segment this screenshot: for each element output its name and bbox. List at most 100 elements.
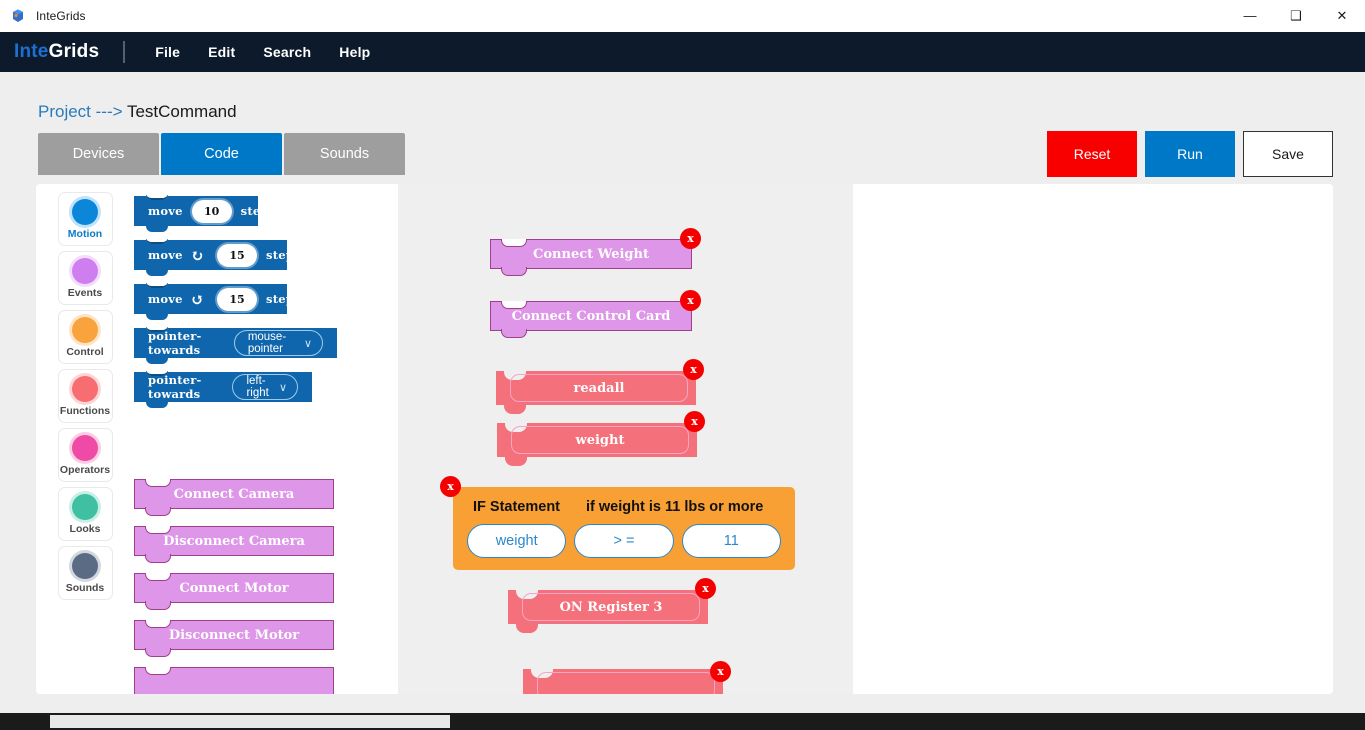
move-steps-input[interactable]: 15 [217, 287, 258, 311]
code-canvas[interactable]: x Connect Weight x Connect Control Card … [398, 184, 853, 694]
if-statement-description: if weight is 11 lbs or more [586, 499, 764, 515]
delete-connect-control-card-button[interactable]: x [680, 290, 701, 311]
canvas-block-connect-control-card[interactable]: x Connect Control Card [490, 290, 701, 348]
canvas-block-weight[interactable]: x weight [497, 411, 705, 466]
operators-icon [72, 434, 98, 461]
steps-label: steps [240, 204, 276, 218]
canvas-block-on-register-3[interactable]: x ON Register 3 [508, 578, 716, 633]
palette-block-connect-motor[interactable]: Connect Motor [134, 572, 334, 610]
palette-block-move-turn-left[interactable]: move ↺ 15 steps [134, 283, 434, 320]
readall-label: readall [510, 374, 688, 402]
pointer-target-dropdown[interactable]: left-right ∨ [232, 374, 298, 400]
breadcrumb-current: TestCommand [126, 102, 237, 121]
palette-block-disconnect-camera[interactable]: Disconnect Camera [134, 525, 334, 563]
brand-inte: Inte [14, 41, 49, 62]
pointer-towards-label: pointer-towards [148, 329, 202, 357]
chevron-down-icon: ∨ [303, 337, 312, 350]
breadcrumb-project[interactable]: Project ---> [38, 102, 123, 121]
app-brand: InteGrids [14, 41, 99, 63]
control-icon [72, 316, 98, 343]
palette-block-partial[interactable] [134, 666, 334, 694]
if-statement-fields: weight > = 11 [467, 524, 781, 558]
category-events-label: Events [67, 286, 103, 299]
palette-block-pointer-towards-leftright[interactable]: pointer-towards left-right ∨ [134, 371, 434, 408]
if-statement-header: IF Statement if weight is 11 lbs or more [467, 497, 781, 524]
menu-help[interactable]: Help [325, 38, 384, 66]
preview-pane[interactable] [853, 184, 1333, 694]
pointer-target-dropdown[interactable]: mouse-pointer ∨ [233, 330, 323, 356]
tab-devices[interactable]: Devices [38, 133, 159, 175]
canvas-block-connect-weight[interactable]: x Connect Weight [490, 228, 701, 286]
tab-bar: Devices Code Sounds [38, 133, 405, 175]
palette-block-disconnect-motor[interactable]: Disconnect Motor [134, 619, 334, 657]
pointer-target-value: mouse-pointer [247, 331, 287, 355]
on-register-3-block[interactable]: ON Register 3 [508, 590, 708, 633]
category-control-label: Control [66, 345, 104, 358]
minimize-button[interactable]: — [1227, 0, 1273, 32]
tab-code[interactable]: Code [161, 133, 282, 175]
block-palette[interactable]: move 10 steps move ↻ 15 steps move ↺ 15 … [134, 184, 434, 694]
category-sounds-label: Sounds [65, 581, 105, 594]
horizontal-scrollbar[interactable] [0, 713, 1365, 730]
category-looks-label: Looks [69, 522, 101, 535]
action-buttons: Reset Run Save [1047, 131, 1333, 177]
canvas-block-readall[interactable]: x readall [496, 359, 704, 414]
if-statement-block[interactable]: IF Statement if weight is 11 lbs or more… [453, 487, 795, 570]
close-button[interactable]: ✕ [1319, 0, 1365, 32]
events-icon [72, 257, 98, 284]
menu-divider [123, 41, 126, 63]
category-functions[interactable]: Functions [57, 369, 113, 423]
palette-block-connect-camera[interactable]: Connect Camera [134, 478, 334, 516]
category-events[interactable]: Events [57, 251, 113, 305]
horizontal-scrollbar-thumb[interactable] [50, 715, 450, 728]
tab-sounds[interactable]: Sounds [284, 133, 405, 175]
connect-control-card-block[interactable]: Connect Control Card [490, 300, 692, 338]
save-button[interactable]: Save [1243, 131, 1333, 177]
connect-weight-block[interactable]: Connect Weight [490, 238, 692, 276]
palette-block-pointer-towards-mouse[interactable]: pointer-towards mouse-pointer ∨ [134, 327, 434, 364]
category-operators-label: Operators [59, 463, 111, 476]
editor-card: Motion Events Control Functions Operator… [36, 184, 1333, 694]
pointer-towards-label: pointer-towards [148, 373, 202, 401]
menu-search[interactable]: Search [249, 38, 325, 66]
rotate-counterclockwise-icon: ↺ [190, 289, 205, 309]
delete-if-statement-button[interactable]: x [440, 476, 461, 497]
move-label: move [148, 204, 183, 218]
category-sounds[interactable]: Sounds [57, 546, 113, 600]
sounds-icon [72, 552, 98, 579]
steps-label: steps [266, 248, 301, 262]
steps-label: steps [266, 292, 301, 306]
pointer-target-value: left-right [246, 375, 269, 399]
delete-connect-weight-button[interactable]: x [680, 228, 701, 249]
category-control[interactable]: Control [57, 310, 113, 364]
category-motion[interactable]: Motion [57, 192, 113, 246]
delete-weight-button[interactable]: x [684, 411, 705, 432]
category-motion-label: Motion [67, 227, 103, 240]
palette-gap [134, 416, 434, 479]
category-looks[interactable]: Looks [57, 487, 113, 541]
palette-block-move-10[interactable]: move 10 steps [134, 195, 434, 232]
readall-block[interactable]: readall [496, 371, 696, 414]
if-variable-field[interactable]: weight [467, 524, 567, 558]
move-steps-input[interactable]: 15 [217, 243, 258, 267]
delete-readall-button[interactable]: x [683, 359, 704, 380]
delete-on-register-3-button[interactable]: x [695, 578, 716, 599]
if-operator-field[interactable]: > = [574, 524, 674, 558]
maximize-button[interactable]: ❑ [1273, 0, 1319, 32]
menu-file[interactable]: File [141, 38, 194, 66]
window-titlebar: InteGrids — ❑ ✕ [0, 0, 1365, 32]
weight-block[interactable]: weight [497, 423, 697, 466]
partial-block-label [537, 672, 715, 694]
move-steps-input[interactable]: 10 [191, 199, 232, 223]
category-functions-label: Functions [59, 404, 111, 417]
category-operators[interactable]: Operators [57, 428, 113, 482]
delete-partial-block-button[interactable]: x [710, 661, 731, 682]
partial-red-block[interactable] [523, 669, 723, 694]
window-title: InteGrids [36, 8, 86, 23]
reset-button[interactable]: Reset [1047, 131, 1137, 177]
menu-edit[interactable]: Edit [194, 38, 249, 66]
palette-block-move-turn-right[interactable]: move ↻ 15 steps [134, 239, 434, 276]
run-button[interactable]: Run [1145, 131, 1235, 177]
canvas-block-partial[interactable]: x [523, 661, 731, 694]
if-threshold-field[interactable]: 11 [681, 524, 781, 558]
